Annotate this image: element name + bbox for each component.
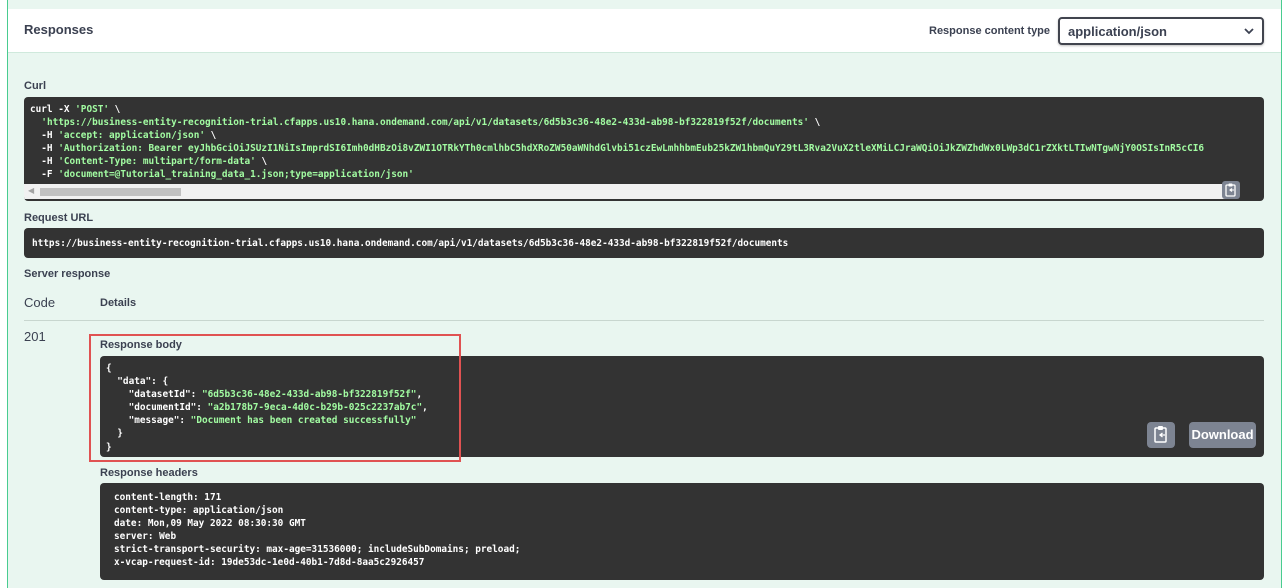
curl-token: -H [30, 130, 59, 142]
server-response-label: Server response [24, 268, 111, 280]
curl-token: -F [30, 169, 59, 181]
clipboard-icon [1154, 426, 1167, 443]
curl-token: curl -X [30, 104, 76, 115]
curl-label: Curl [24, 80, 46, 92]
clipboard-icon [1225, 183, 1236, 197]
curl-string: 'https://business-entity-recognition-tri… [41, 117, 809, 129]
response-header-line: strict-transport-security: max-age=31536… [114, 544, 521, 556]
curl-string: 'Content-Type: multipart/form-data' [58, 156, 256, 168]
request-url-label: Request URL [24, 212, 94, 224]
horizontal-scrollbar[interactable]: ◀ [24, 184, 1235, 199]
scroll-left-icon[interactable]: ◀ [28, 186, 34, 195]
response-content-type-label: Response content type [929, 25, 1051, 37]
curl-line: -H 'accept: application/json' \ [30, 129, 1204, 142]
response-content-type-select[interactable]: application/json [1058, 17, 1264, 45]
response-header-line: content-type: application/json [114, 505, 284, 517]
response-header-line: server: Web [114, 531, 177, 543]
curl-token: \ [109, 104, 121, 115]
details-column-header: Details [100, 297, 137, 309]
curl-line: curl -X 'POST' \ [30, 103, 1204, 116]
response-header-line: x-vcap-request-id: 19de53dc-1e0d-40b1-7d… [114, 557, 425, 569]
responses-panel: Responses Response content type applicat… [7, 0, 1282, 588]
curl-line: 'https://business-entity-recognition-tri… [30, 116, 1204, 129]
curl-line: -H 'Authorization: Bearer eyJhbGciOiJSUz… [30, 142, 1204, 155]
response-headers-label: Response headers [100, 467, 198, 479]
curl-token: \ [808, 117, 821, 129]
response-header-line: date: Mon,09 May 2022 08:30:30 GMT [114, 518, 306, 530]
copy-curl-button[interactable] [1222, 181, 1240, 199]
responses-title: Responses [24, 22, 94, 37]
copy-response-button[interactable] [1147, 422, 1175, 448]
request-url-block: https://business-entity-recognition-tria… [24, 228, 1264, 258]
curl-command: curl -X 'POST' \ 'https://business-entit… [30, 103, 1204, 182]
responses-header: Responses Response content type applicat… [8, 9, 1281, 53]
curl-line: -F 'document=@Tutorial_training_data_1.j… [30, 168, 1204, 181]
response-headers-list: content-length: 171 content-type: applica… [114, 491, 520, 570]
curl-token: -H [30, 156, 59, 168]
curl-string: 'accept: application/json' [58, 130, 205, 142]
scrollbar-thumb[interactable] [40, 188, 181, 196]
curl-string: 'Authorization: Bearer eyJhbGciOiJSUzI1N… [58, 143, 1205, 155]
annotation-highlight-box [89, 334, 461, 462]
download-button[interactable]: Download [1189, 422, 1256, 448]
curl-token: \ [255, 156, 268, 168]
chevron-down-icon [1244, 28, 1254, 35]
request-url-value: https://business-entity-recognition-tria… [32, 238, 789, 249]
curl-string: 'POST' [75, 104, 110, 115]
response-status-code: 201 [24, 329, 46, 344]
curl-token: \ [204, 130, 217, 142]
curl-string: 'document=@Tutorial_training_data_1.json… [58, 169, 414, 181]
curl-code-block[interactable]: curl -X 'POST' \ 'https://business-entit… [24, 97, 1264, 201]
code-column-header: Code [24, 295, 56, 310]
curl-token: -H [30, 143, 59, 155]
curl-token [30, 117, 41, 128]
response-headers-block: content-length: 171 content-type: applica… [100, 483, 1264, 580]
table-divider [24, 320, 1264, 321]
curl-line: -H 'Content-Type: multipart/form-data' \ [30, 155, 1204, 168]
response-content-type-value: application/json [1068, 24, 1167, 39]
response-header-line: content-length: 171 [114, 492, 222, 503]
